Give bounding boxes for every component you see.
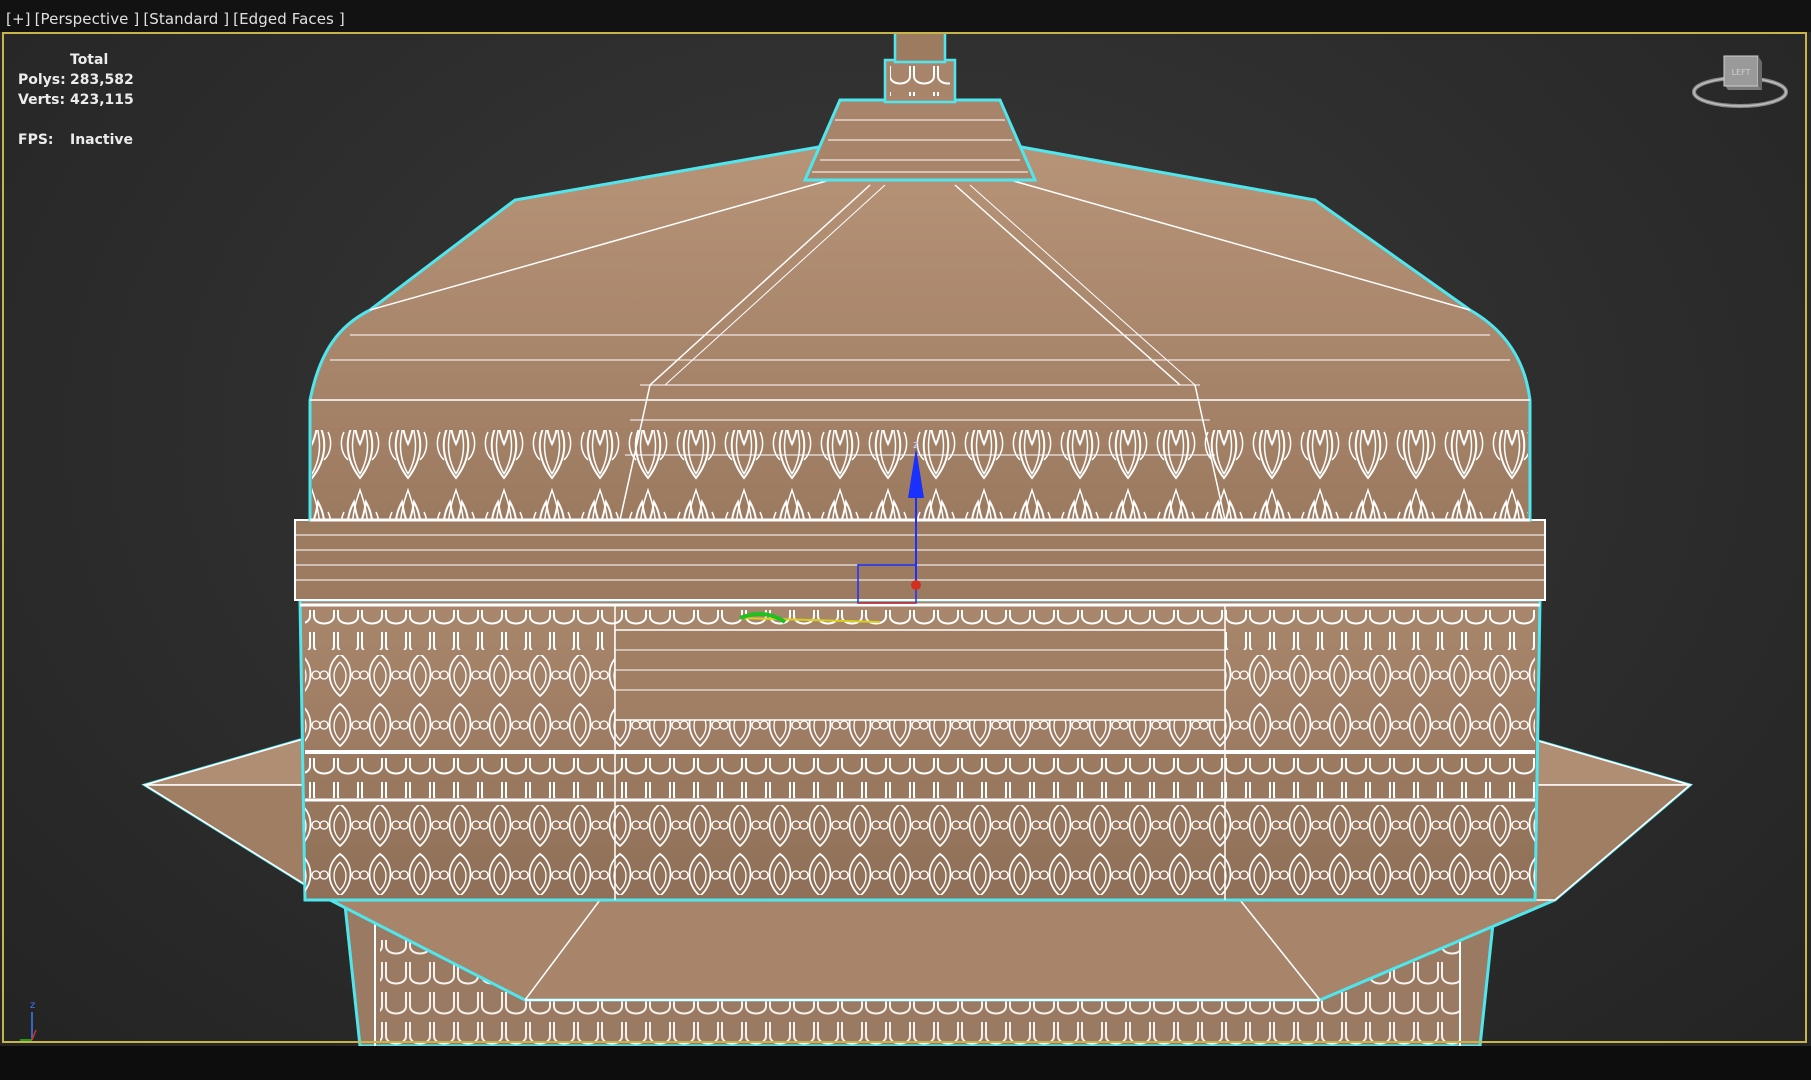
viewport-bottom-strip bbox=[0, 1046, 1811, 1080]
model-render[interactable]: z bbox=[0, 0, 1811, 1080]
dome-roof bbox=[308, 143, 1532, 522]
verts-label: Verts: bbox=[18, 92, 66, 108]
viewport-shading-menu[interactable]: [Standard ] bbox=[143, 10, 229, 28]
viewport-plus-menu[interactable]: [+] bbox=[6, 10, 31, 28]
scene-statistics: Total Polys: 283,582 Verts: 423,115 FPS: In… bbox=[18, 50, 134, 150]
viewcube-icon[interactable]: LEFT bbox=[1688, 46, 1792, 118]
verts-value: 423,115 bbox=[70, 92, 134, 108]
viewport-label-menu[interactable]: [+] [Perspective ] [Standard ] [Edged Faces… bbox=[6, 10, 349, 28]
polys-value: 283,582 bbox=[70, 72, 134, 88]
mini-axis-z-label: z bbox=[30, 1000, 36, 1011]
fps-label: FPS: bbox=[18, 132, 54, 148]
perspective-viewport[interactable]: z [+] [Perspective ] [Standard ] [Edged Fac… bbox=[0, 0, 1811, 1080]
viewcube-face-label: LEFT bbox=[1731, 68, 1751, 77]
finial bbox=[802, 9, 1038, 182]
viewport-view-menu[interactable]: [Perspective ] bbox=[35, 10, 140, 28]
viewport-display-menu[interactable]: [Edged Faces ] bbox=[233, 10, 345, 28]
fps-value: Inactive bbox=[70, 132, 134, 148]
axis-tripod-icon: z bbox=[14, 1000, 54, 1044]
polys-label: Polys: bbox=[18, 72, 66, 88]
stats-header: Total bbox=[70, 52, 109, 68]
gizmo-z-label: z bbox=[913, 438, 919, 451]
